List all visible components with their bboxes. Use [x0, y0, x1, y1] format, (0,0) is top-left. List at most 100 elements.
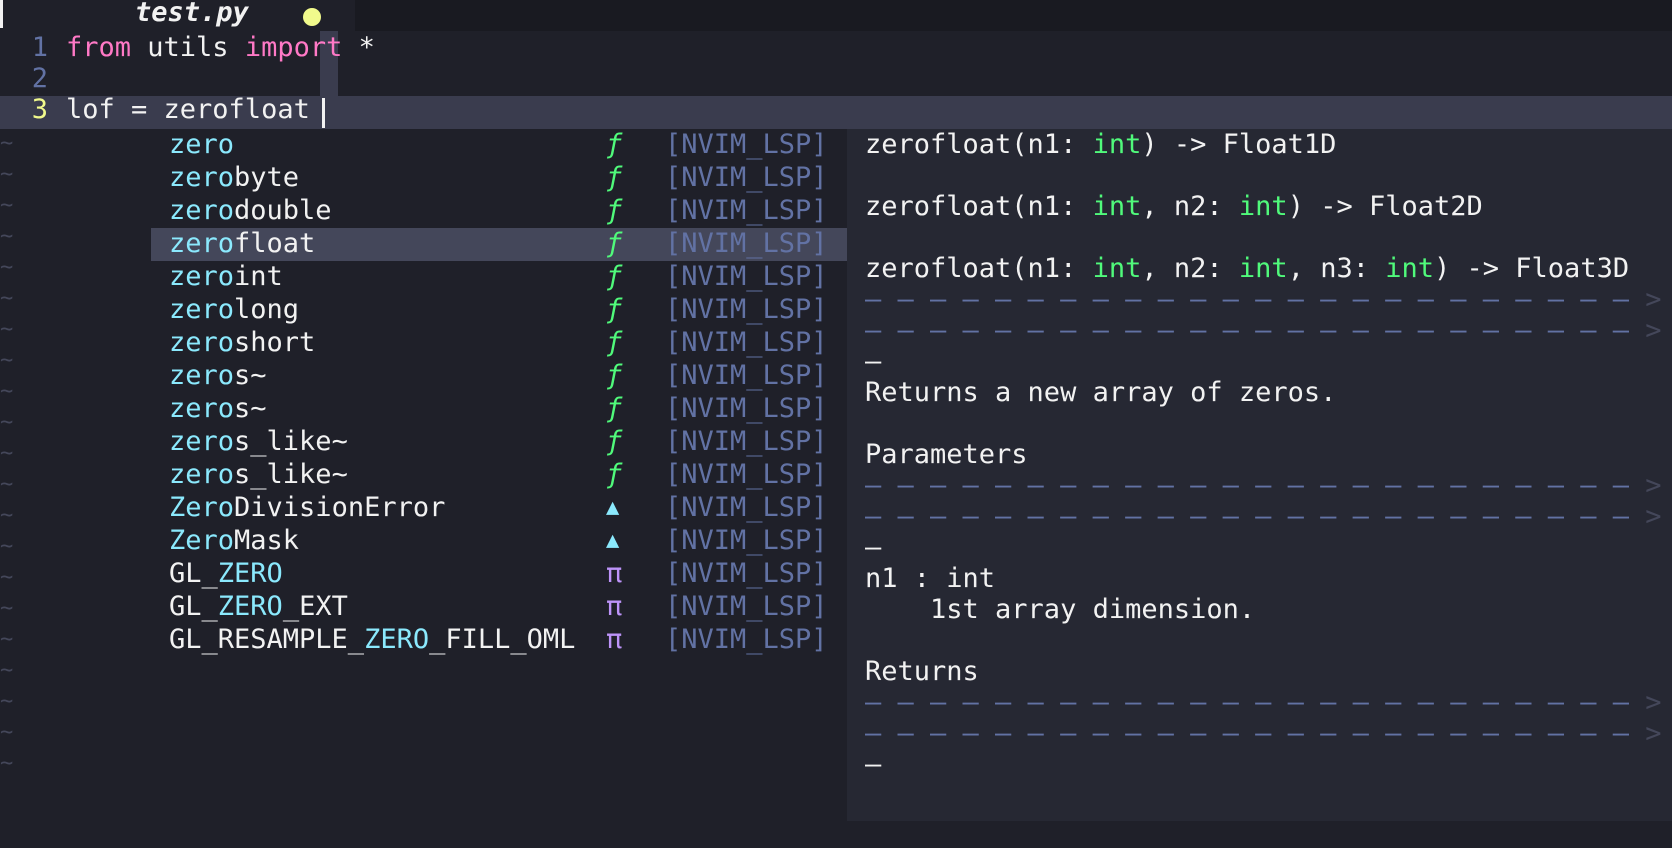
completion-item[interactable]: zeroint ƒ [NVIM_LSP] [151, 261, 847, 294]
tilde-marker: ~ [0, 317, 14, 342]
doc-text: — [865, 532, 882, 563]
completion-source: [NVIM_LSP] [665, 591, 828, 622]
code-text: lof = zerofloat [66, 94, 310, 125]
code-line[interactable]: lof = zerofloat [66, 94, 310, 125]
completion-item[interactable]: zeros~ ƒ [NVIM_LSP] [151, 360, 847, 393]
completion-item[interactable]: zerodouble ƒ [NVIM_LSP] [151, 195, 847, 228]
label-rest: s~ [234, 360, 267, 391]
overflow-marker: > [1629, 501, 1662, 532]
tilde-marker: ~ [0, 162, 14, 187]
completion-label: zeroint [169, 261, 283, 292]
function-icon: ƒ [606, 261, 623, 292]
completion-item[interactable]: zerolong ƒ [NVIM_LSP] [151, 294, 847, 327]
separator-dashes: — — — — — — — — — — — — — — — — — — — — … [865, 470, 1630, 501]
completion-menu[interactable]: zero ƒ [NVIM_LSP] zerobyte ƒ [NVIM_LSP] zerodo… [151, 129, 847, 657]
doc-separator: — — — — — — — — — — — — — — — — — — — — … [865, 718, 1662, 749]
label-match: zero [169, 228, 235, 259]
completion-item[interactable]: GL_ZERO_EXT π [NVIM_LSP] [151, 591, 847, 624]
doc-separator: — — — — — — — — — — — — — — — — — — — — … [865, 501, 1662, 532]
code-line[interactable]: from utils import * [66, 32, 375, 63]
label-match: zero [169, 261, 235, 292]
completion-item[interactable]: zerofloat ƒ [NVIM_LSP] [151, 228, 847, 261]
tilde-marker: ~ [0, 565, 14, 590]
function-icon: ƒ [606, 294, 623, 325]
completion-item[interactable]: zero ƒ [NVIM_LSP] [151, 129, 847, 162]
tilde-marker: ~ [0, 286, 14, 311]
completion-item[interactable]: zeros_like~ ƒ [NVIM_LSP] [151, 459, 847, 492]
label-rest: int [234, 261, 283, 292]
completion-source: [NVIM_LSP] [665, 558, 828, 589]
tab-test-py[interactable]: test.py [0, 0, 355, 31]
tab-bar: test.py [0, 0, 1672, 31]
tilde-marker: ~ [0, 193, 14, 218]
tilde-marker: ~ [0, 224, 14, 249]
completion-label: zero [169, 129, 234, 160]
doc-text: , n2: [1141, 191, 1239, 222]
tilde-marker: ~ [0, 131, 14, 156]
doc-text: ) -> Float3D [1434, 253, 1630, 284]
tab-title: test.py [135, 0, 249, 28]
constant-icon: π [606, 591, 623, 622]
label-rest: Mask [234, 525, 300, 556]
completion-item[interactable]: zeros~ ƒ [NVIM_LSP] [151, 393, 847, 426]
completion-source: [NVIM_LSP] [665, 360, 828, 391]
tilde-marker: ~ [0, 503, 14, 528]
type-name: int [1238, 253, 1288, 284]
completion-item[interactable]: GL_RESAMPLE_ZERO_FILL_OML π [NVIM_LSP] [151, 624, 847, 657]
label-match: zero [169, 294, 235, 325]
label-rest: long [234, 294, 300, 325]
function-icon: ƒ [606, 228, 623, 259]
separator-dashes: — — — — — — — — — — — — — — — — — — — — … [865, 718, 1630, 749]
overflow-marker: > [1629, 718, 1662, 749]
completion-item[interactable]: zeros_like~ ƒ [NVIM_LSP] [151, 426, 847, 459]
tab-marker [0, 0, 3, 28]
function-icon: ƒ [606, 426, 623, 457]
completion-item[interactable]: GL_ZERO π [NVIM_LSP] [151, 558, 847, 591]
doc-separator: — — — — — — — — — — — — — — — — — — — — … [865, 284, 1662, 315]
label-rest: _EXT [282, 591, 348, 622]
separator-dashes: — — — — — — — — — — — — — — — — — — — — … [865, 284, 1630, 315]
doc-line: zerofloat(n1: int, n2: int) -> Float2D [865, 191, 1483, 222]
doc-line: 1st array dimension. [865, 594, 1255, 625]
completion-item[interactable]: zerobyte ƒ [NVIM_LSP] [151, 162, 847, 195]
label-prefix: GL_ [169, 591, 218, 622]
completion-source: [NVIM_LSP] [665, 261, 828, 292]
label-match: Zero [169, 525, 235, 556]
keyword: from [66, 32, 132, 63]
label-match: ZERO [217, 558, 283, 589]
type-name: int [1238, 191, 1288, 222]
completion-source: [NVIM_LSP] [665, 624, 828, 655]
doc-text: Returns [865, 656, 979, 687]
label-match: ZERO [217, 591, 283, 622]
tilde-marker: ~ [0, 441, 14, 466]
label-match: zero [169, 195, 235, 226]
text-cursor [322, 98, 325, 128]
label-rest: s_like~ [234, 426, 348, 457]
label-match: zero [169, 360, 235, 391]
function-icon: ƒ [606, 129, 623, 160]
completion-item[interactable]: ZeroDivisionError ▲ [NVIM_LSP] [151, 492, 847, 525]
completion-item[interactable]: ZeroMask ▲ [NVIM_LSP] [151, 525, 847, 558]
doc-text: ) -> Float2D [1287, 191, 1483, 222]
doc-line: — [865, 749, 881, 780]
doc-text: zerofloat(n1: [865, 191, 1093, 222]
line-number: 1 [31, 32, 48, 63]
keyword: import [244, 32, 343, 63]
function-icon: ƒ [606, 360, 623, 391]
separator-dashes: — — — — — — — — — — — — — — — — — — — — … [865, 315, 1630, 346]
completion-item[interactable]: zeroshort ƒ [NVIM_LSP] [151, 327, 847, 360]
overflow-marker: > [1629, 687, 1662, 718]
completion-label: zerobyte [169, 162, 299, 193]
doc-separator: — — — — — — — — — — — — — — — — — — — — … [865, 470, 1662, 501]
completion-label: zeros~ [169, 360, 267, 391]
separator-dashes: — — — — — — — — — — — — — — — — — — — — … [865, 687, 1630, 718]
completion-label: GL_RESAMPLE_ZERO_FILL_OML [169, 624, 575, 655]
tilde-marker: ~ [0, 689, 14, 714]
doc-line: zerofloat(n1: int) -> Float1D [865, 129, 1336, 160]
doc-text: zerofloat(n1: [865, 129, 1093, 160]
completion-label: zerofloat [169, 228, 315, 259]
doc-text: ) -> Float1D [1141, 129, 1337, 160]
tilde-marker: ~ [0, 348, 14, 373]
overflow-marker: > [1629, 470, 1662, 501]
doc-line: — [865, 346, 881, 377]
